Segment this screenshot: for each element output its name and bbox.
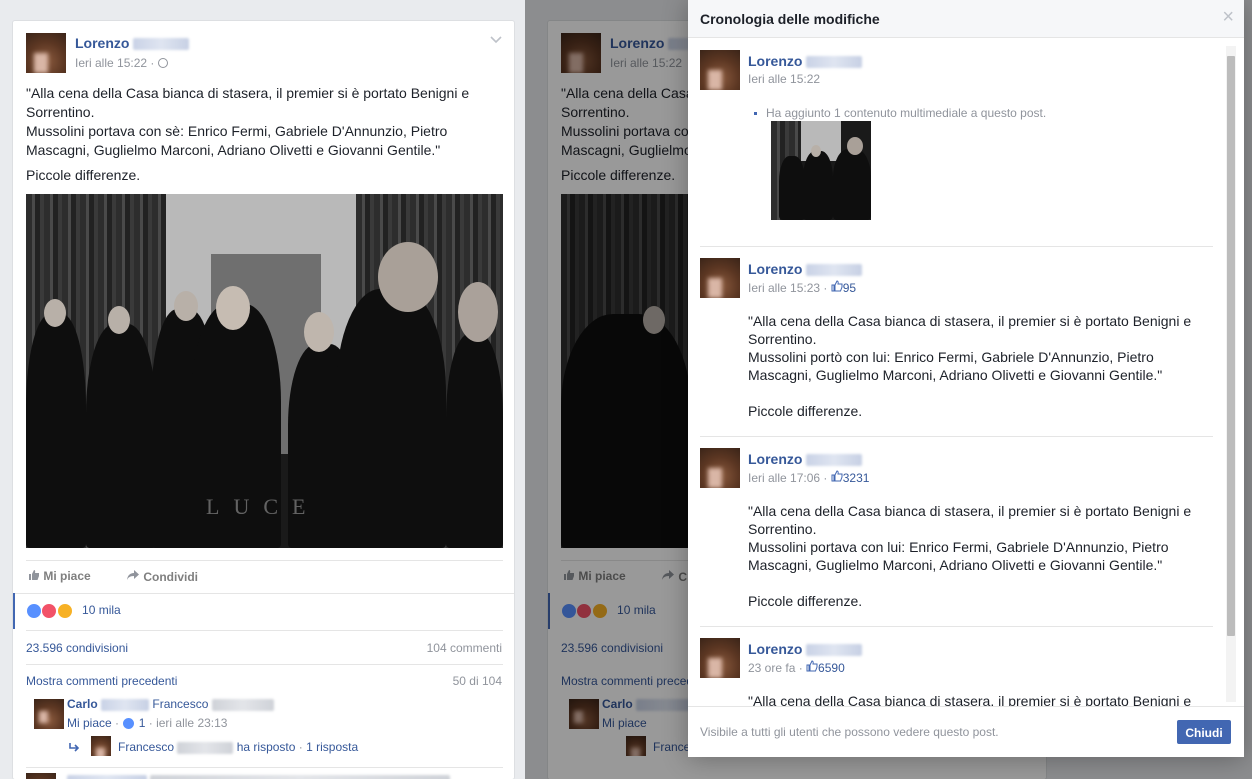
revision-meta: Ieri alle 17:06 · 3231 xyxy=(748,470,870,485)
edit-history-dialog: Cronologia delle modifiche × Lorenzo Ier… xyxy=(688,0,1244,757)
revision-avatar[interactable] xyxy=(700,638,740,678)
reply-arrow-icon xyxy=(69,741,81,755)
revision-author[interactable]: Lorenzo xyxy=(748,451,863,467)
dialog-scrollbar-thumb[interactable] xyxy=(1227,56,1235,636)
author-avatar[interactable] xyxy=(26,33,66,73)
next-comment-placeholder xyxy=(67,773,451,779)
revision-author[interactable]: Lorenzo xyxy=(748,261,863,277)
revision-media-thumbnail[interactable] xyxy=(771,121,871,220)
reactions-summary[interactable]: 10 mila xyxy=(26,603,121,619)
post-photo[interactable]: LUCE xyxy=(26,194,503,548)
wow-reaction-icon xyxy=(56,603,73,619)
revision-author[interactable]: Lorenzo xyxy=(748,53,863,69)
share-button[interactable]: Condividi xyxy=(126,569,198,584)
revision-avatar[interactable] xyxy=(700,448,740,488)
commenter-avatar[interactable] xyxy=(34,699,64,729)
like-reaction-icon xyxy=(26,603,42,619)
comments-range: 50 di 104 xyxy=(452,674,502,688)
comment: Carlo Francesco xyxy=(67,697,274,711)
comments-count[interactable]: 104 commenti xyxy=(427,641,502,655)
revision-text: "Alla cena della Casa bianca di stasera,… xyxy=(748,313,1192,419)
dialog-header: Cronologia delle modifiche × xyxy=(688,0,1244,38)
comment-time[interactable]: ieri alle 23:13 xyxy=(156,716,227,730)
revision-meta: Ieri alle 15:23 · 95 xyxy=(748,280,857,295)
thumbs-up-icon xyxy=(806,660,818,675)
post-author[interactable]: Lorenzo xyxy=(75,35,190,51)
comment-tagged-user[interactable]: Francesco xyxy=(152,697,208,711)
revision-avatar[interactable] xyxy=(700,258,740,298)
dialog-footer: Visibile a tutti gli utenti che possono … xyxy=(688,706,1244,757)
globe-icon xyxy=(157,58,168,68)
revision-text: "Alla cena della Casa bianca di stasera,… xyxy=(748,503,1192,609)
revision-avatar[interactable] xyxy=(700,50,740,90)
show-previous-comments[interactable]: Mostra commenti precedenti xyxy=(26,674,177,688)
revision-time[interactable]: 23 ore fa xyxy=(748,661,795,675)
revision-time[interactable]: Ieri alle 15:22 xyxy=(748,72,820,86)
chevron-down-icon[interactable] xyxy=(490,33,502,44)
like-button[interactable]: Mi piace xyxy=(28,569,91,583)
close-icon[interactable]: × xyxy=(1222,6,1234,29)
close-button[interactable]: Chiudi xyxy=(1177,720,1231,744)
shares-count[interactable]: 23.596 condivisioni xyxy=(26,641,128,655)
next-commenter-avatar[interactable] xyxy=(26,773,56,779)
dialog-title: Cronologia delle modifiche xyxy=(700,11,880,27)
thumbs-up-icon xyxy=(831,280,843,295)
revision-change: Ha aggiunto 1 contenuto multimediale a q… xyxy=(754,106,1046,120)
comment-author[interactable]: Carlo xyxy=(67,697,98,711)
revision-likes[interactable]: 3231 xyxy=(843,471,870,485)
comment-meta: Mi piace · 1 · ieri alle 23:13 xyxy=(67,716,228,731)
reply-avatar xyxy=(91,736,111,756)
visibility-note: Visibile a tutti gli utenti che possono … xyxy=(700,725,999,739)
comment-like-button[interactable]: Mi piace xyxy=(67,716,112,730)
revision-likes[interactable]: 6590 xyxy=(818,661,845,675)
reply-summary[interactable]: Francesco ha risposto · 1 risposta xyxy=(118,740,358,754)
post-card: Lorenzo Ieri alle 15:22 · "Alla cena del… xyxy=(12,20,515,779)
revision-author[interactable]: Lorenzo xyxy=(748,641,863,657)
revision-meta: 23 ore fa · 6590 xyxy=(748,660,845,675)
post-body: "Alla cena della Casa bianca di stasera,… xyxy=(26,85,470,183)
revision-time[interactable]: Ieri alle 17:06 xyxy=(748,471,820,485)
thumbs-up-icon xyxy=(28,569,43,583)
revision-likes[interactable]: 95 xyxy=(843,281,856,295)
dialog-body: Lorenzo Ieri alle 15:22 Ha aggiunto 1 co… xyxy=(688,38,1244,706)
love-reaction-icon xyxy=(41,603,58,619)
revision-time[interactable]: Ieri alle 15:23 xyxy=(748,281,820,295)
revision-text: "Alla cena della Casa bianca di stasera,… xyxy=(748,693,1192,706)
share-arrow-icon xyxy=(126,570,143,584)
like-reaction-icon xyxy=(122,717,136,731)
post-timestamp[interactable]: Ieri alle 15:22 · xyxy=(75,56,168,70)
photo-watermark: LUCE xyxy=(206,494,320,519)
thumbs-up-icon xyxy=(831,470,843,485)
